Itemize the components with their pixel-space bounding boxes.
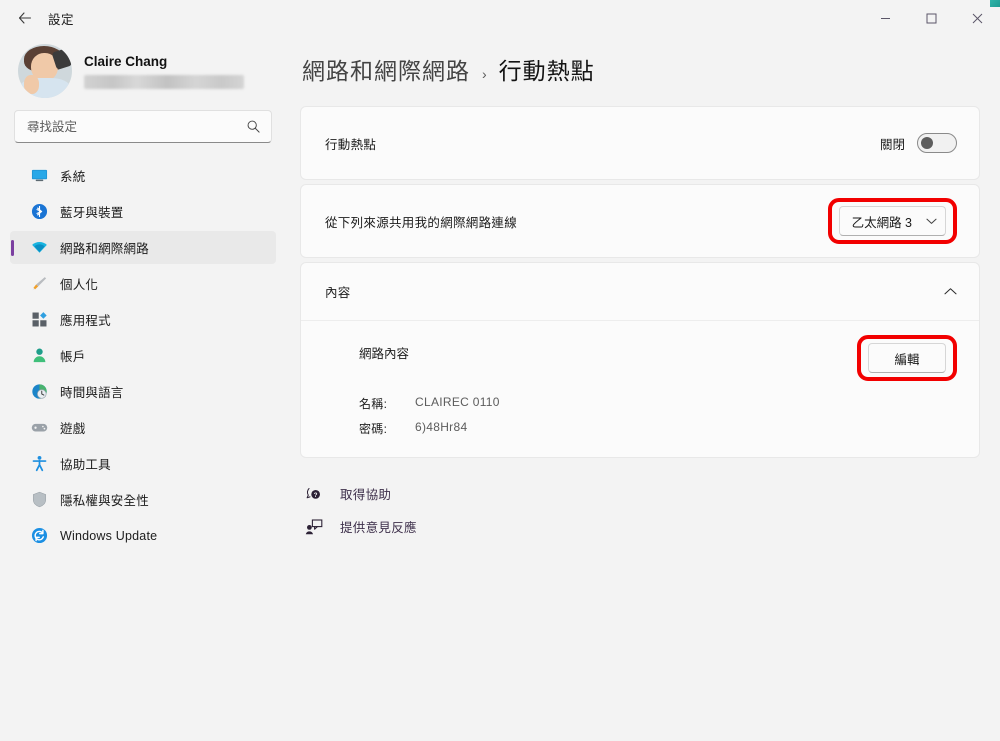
sidebar-item-label: 時間與語言 (60, 386, 124, 400)
page-title: 行動熱點 (498, 58, 595, 84)
svg-text:?: ? (313, 492, 317, 498)
main-content: 網路和網際網路 › 行動熱點 行動熱點 關閉 從下列來源共用我的網際網路連線 乙… (290, 36, 1000, 741)
sidebar-nav: 系統 藍牙與裝置 網路和網際網路 個人化 應用程式 帳戶 時間與語言 遊戲 協助… (10, 159, 276, 552)
minimize-button[interactable] (862, 0, 908, 36)
property-row-password: 密碼: 6)48Hr84 (359, 420, 957, 437)
update-sync-icon (30, 527, 48, 545)
get-help-link[interactable]: ? 取得協助 (304, 484, 980, 503)
annotation-highlight-dropdown: 乙太網路 3 (827, 198, 957, 244)
bluetooth-icon (30, 203, 48, 221)
back-arrow-icon (18, 12, 32, 24)
share-connection-card: 從下列來源共用我的網際網路連線 乙太網路 3 (300, 184, 980, 258)
sidebar-item-label: 系統 (60, 170, 86, 184)
sidebar-item-label: 帳戶 (60, 350, 86, 364)
footer-links: ? 取得協助 提供意見反應 (300, 484, 980, 536)
gamepad-icon (30, 419, 48, 437)
mobile-hotspot-label: 行動熱點 (325, 137, 377, 152)
sidebar-item-network-internet[interactable]: 網路和網際網路 (10, 231, 276, 264)
edit-button[interactable]: 編輯 (868, 343, 946, 373)
sidebar-item-label: 網路和網際網路 (60, 242, 149, 256)
breadcrumb: 網路和網際網路 › 行動熱點 (300, 36, 980, 106)
sidebar-item-bluetooth[interactable]: 藍牙與裝置 (10, 195, 276, 228)
sidebar-item-label: 藍牙與裝置 (60, 206, 124, 220)
profile-email-redacted (84, 74, 244, 89)
sidebar-item-label: 應用程式 (60, 314, 111, 328)
property-value: CLAIREC 0110 (415, 395, 500, 409)
app-title: 設定 (48, 12, 75, 27)
send-feedback-link[interactable]: 提供意見反應 (304, 517, 980, 536)
maximize-icon (926, 13, 936, 23)
property-key: 密碼: (359, 422, 388, 436)
shield-icon (30, 491, 48, 509)
chevron-down-icon (926, 218, 937, 224)
sidebar-item-personalization[interactable]: 個人化 (10, 267, 276, 300)
sidebar-item-label: 協助工具 (60, 458, 111, 472)
window-body: Claire Chang 尋找設定 系統 藍牙與裝置 網路和網際網路 個人化 應… (0, 36, 1000, 741)
search-box[interactable] (14, 110, 272, 143)
search-input[interactable] (27, 119, 246, 134)
sidebar-item-apps[interactable]: 應用程式 (10, 303, 276, 336)
clock-globe-icon (30, 383, 48, 401)
share-connection-row: 從下列來源共用我的網際網路連線 乙太網路 3 (301, 185, 979, 257)
network-properties-list: 名稱: CLAIREC 0110 密碼: 6)48Hr84 (359, 395, 957, 437)
properties-section-body: 網路內容 編輯 名稱: CLAIREC 0110 密碼: 6)48Hr84 (301, 321, 979, 457)
sidebar-item-privacy-security[interactable]: 隱私權與安全性 (10, 483, 276, 516)
sidebar-item-gaming[interactable]: 遊戲 (10, 411, 276, 444)
avatar (18, 44, 72, 98)
sidebar-item-system[interactable]: 系統 (10, 159, 276, 192)
properties-card: 內容 網路內容 編輯 名稱: CLAIREC 0110 密碼: 6)48Hr84 (300, 262, 980, 458)
window-corner-accent (990, 0, 1000, 7)
sidebar-item-accessibility[interactable]: 協助工具 (10, 447, 276, 480)
property-value: 6)48Hr84 (415, 420, 468, 434)
mobile-hotspot-row: 行動熱點 關閉 (301, 107, 979, 179)
sidebar-item-time-language[interactable]: 時間與語言 (10, 375, 276, 408)
sidebar-item-label: 遊戲 (60, 422, 86, 436)
property-row-name: 名稱: CLAIREC 0110 (359, 395, 957, 412)
sidebar-item-label: 個人化 (60, 278, 99, 292)
search-container (10, 106, 276, 153)
property-key: 名稱: (359, 397, 388, 411)
sidebar-item-label: 隱私權與安全性 (60, 494, 149, 508)
profile-name: Claire Chang (84, 53, 168, 69)
toggle-knob (921, 137, 933, 149)
toggle-state-label: 關閉 (879, 137, 905, 152)
system-monitor-icon (30, 167, 48, 185)
properties-title: 內容 (325, 286, 351, 300)
sidebar-item-windows-update[interactable]: Windows Update (10, 519, 276, 552)
accessibility-icon (30, 455, 48, 473)
breadcrumb-separator-icon: › (482, 66, 487, 82)
wifi-icon (30, 239, 48, 257)
feedback-person-icon (304, 518, 324, 536)
get-help-label: 取得協助 (340, 488, 392, 502)
breadcrumb-root-link[interactable]: 網路和網際網路 (302, 52, 470, 86)
back-button[interactable] (8, 4, 42, 32)
close-icon (972, 13, 982, 23)
minimize-icon (880, 17, 890, 19)
annotation-highlight-edit: 編輯 (857, 335, 957, 381)
mobile-hotspot-toggle[interactable] (917, 133, 957, 153)
search-icon (247, 120, 260, 133)
sidebar-item-label: Windows Update (60, 528, 158, 543)
help-question-icon: ? (304, 485, 324, 503)
title-bar: 設定 (0, 0, 1000, 36)
share-connection-label: 從下列來源共用我的網際網路連線 (325, 215, 518, 230)
chevron-up-icon[interactable] (944, 287, 957, 296)
apps-grid-icon (30, 311, 48, 329)
window-controls (862, 0, 1000, 36)
mobile-hotspot-card: 行動熱點 關閉 (300, 106, 980, 180)
sidebar: Claire Chang 尋找設定 系統 藍牙與裝置 網路和網際網路 個人化 應… (0, 36, 290, 741)
user-profile[interactable]: Claire Chang (10, 36, 276, 106)
share-source-dropdown[interactable]: 乙太網路 3 (838, 206, 946, 236)
settings-cards: 行動熱點 關閉 從下列來源共用我的網際網路連線 乙太網路 3 內容 網路內容 編… (300, 106, 980, 458)
properties-section-header[interactable]: 內容 (301, 263, 979, 321)
sidebar-item-accounts[interactable]: 帳戶 (10, 339, 276, 372)
network-properties-label: 網路內容 (359, 347, 410, 361)
share-source-value: 乙太網路 3 (851, 215, 912, 230)
maximize-button[interactable] (908, 0, 954, 36)
paintbrush-icon (30, 275, 48, 293)
settings-window: 設定 Claire Chang 尋找設定 系統 藍牙與裝置 網路和網際網路 個人… (0, 0, 1000, 741)
user-account-icon (30, 347, 48, 365)
send-feedback-label: 提供意見反應 (340, 521, 417, 535)
